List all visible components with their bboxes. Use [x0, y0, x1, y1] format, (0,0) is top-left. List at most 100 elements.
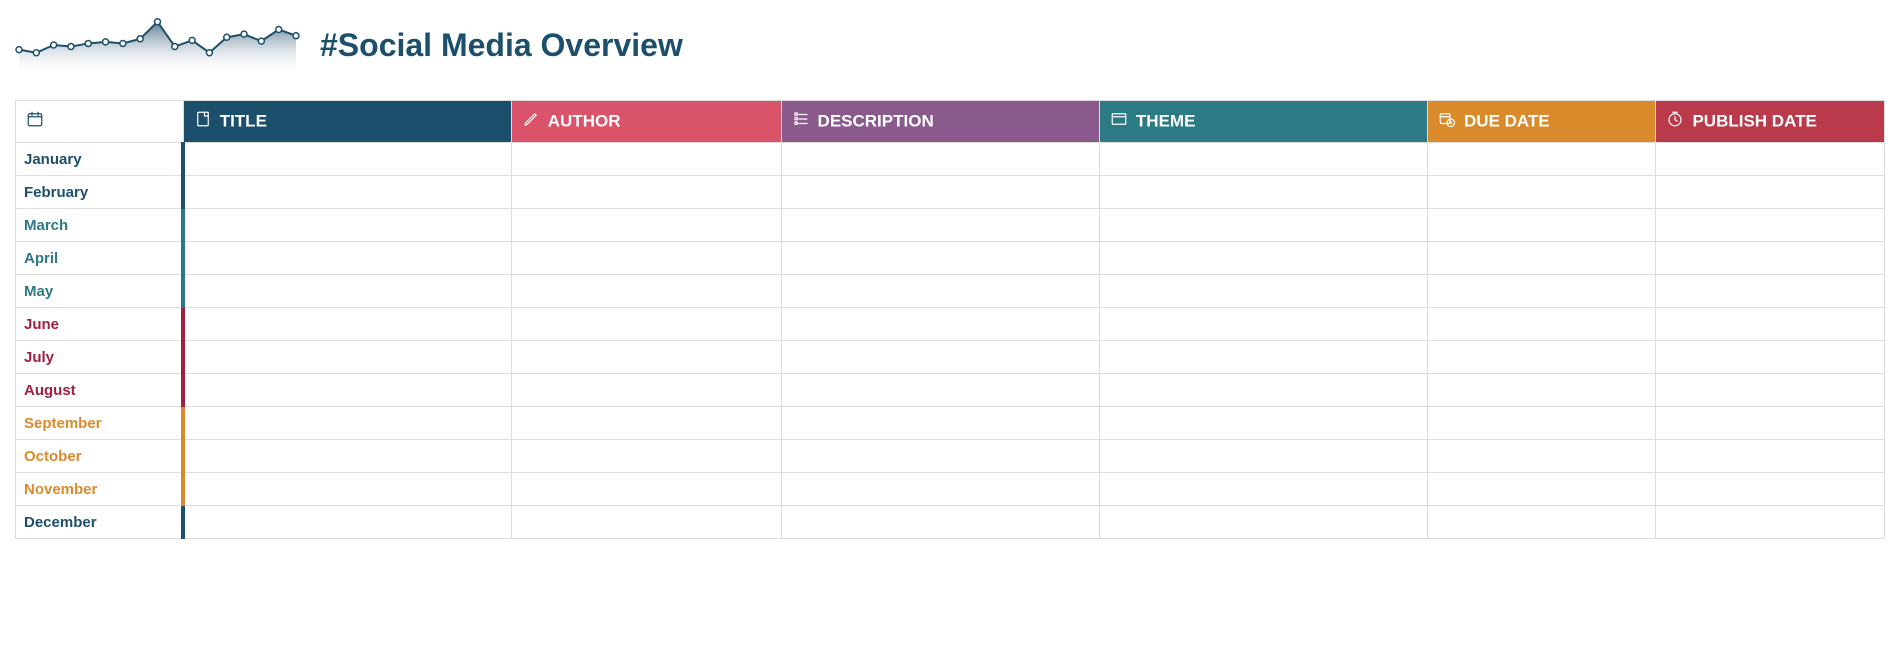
cell-publish_date[interactable] [1656, 308, 1885, 341]
cell-description[interactable] [781, 308, 1099, 341]
cell-description[interactable] [781, 209, 1099, 242]
cell-publish_date[interactable] [1656, 242, 1885, 275]
cell-title[interactable] [183, 407, 511, 440]
column-header-theme: THEME [1099, 101, 1427, 143]
cell-description[interactable] [781, 275, 1099, 308]
table-row: April [16, 242, 1885, 275]
cell-author[interactable] [511, 242, 781, 275]
cell-title[interactable] [183, 473, 511, 506]
cell-theme[interactable] [1099, 209, 1427, 242]
cell-due_date[interactable] [1428, 506, 1656, 539]
list-icon [792, 110, 812, 133]
cell-theme[interactable] [1099, 374, 1427, 407]
cell-title[interactable] [183, 308, 511, 341]
column-label: MONTH [52, 112, 114, 131]
cell-description[interactable] [781, 506, 1099, 539]
cell-theme[interactable] [1099, 341, 1427, 374]
cell-due_date[interactable] [1428, 407, 1656, 440]
cell-title[interactable] [183, 209, 511, 242]
cell-title[interactable] [183, 242, 511, 275]
cell-description[interactable] [781, 440, 1099, 473]
column-header-author: AUTHOR [511, 101, 781, 143]
cell-theme[interactable] [1099, 275, 1427, 308]
cell-theme[interactable] [1099, 440, 1427, 473]
cell-due_date[interactable] [1428, 308, 1656, 341]
cell-due_date[interactable] [1428, 473, 1656, 506]
cell-due_date[interactable] [1428, 143, 1656, 176]
cell-author[interactable] [511, 374, 781, 407]
cell-author[interactable] [511, 407, 781, 440]
cell-theme[interactable] [1099, 407, 1427, 440]
column-header-title: TITLE [183, 101, 511, 143]
cell-title[interactable] [183, 374, 511, 407]
cell-title[interactable] [183, 176, 511, 209]
cell-title[interactable] [183, 341, 511, 374]
cell-title[interactable] [183, 440, 511, 473]
cell-author[interactable] [511, 143, 781, 176]
cell-author[interactable] [511, 176, 781, 209]
cell-description[interactable] [781, 143, 1099, 176]
page-title: #Social Media Overview [320, 27, 683, 64]
table-row: September [16, 407, 1885, 440]
cell-author[interactable] [511, 341, 781, 374]
cell-theme[interactable] [1099, 176, 1427, 209]
table-row: November [16, 473, 1885, 506]
cell-publish_date[interactable] [1656, 374, 1885, 407]
cell-due_date[interactable] [1428, 209, 1656, 242]
cell-title[interactable] [183, 506, 511, 539]
month-cell: August [16, 374, 184, 407]
table-row: June [16, 308, 1885, 341]
cell-publish_date[interactable] [1656, 440, 1885, 473]
cell-author[interactable] [511, 308, 781, 341]
schedule-icon [1438, 110, 1458, 133]
cell-description[interactable] [781, 473, 1099, 506]
column-label: TITLE [220, 112, 267, 131]
cell-publish_date[interactable] [1656, 176, 1885, 209]
cell-publish_date[interactable] [1656, 506, 1885, 539]
cell-due_date[interactable] [1428, 242, 1656, 275]
cell-theme[interactable] [1099, 242, 1427, 275]
cell-due_date[interactable] [1428, 176, 1656, 209]
cell-theme[interactable] [1099, 143, 1427, 176]
cell-due_date[interactable] [1428, 275, 1656, 308]
cell-description[interactable] [781, 407, 1099, 440]
cell-theme[interactable] [1099, 473, 1427, 506]
cell-theme[interactable] [1099, 308, 1427, 341]
month-cell: November [16, 473, 184, 506]
cell-theme[interactable] [1099, 506, 1427, 539]
cell-description[interactable] [781, 242, 1099, 275]
table-row: May [16, 275, 1885, 308]
month-cell: February [16, 176, 184, 209]
cell-description[interactable] [781, 341, 1099, 374]
cell-title[interactable] [183, 143, 511, 176]
cell-title[interactable] [183, 275, 511, 308]
cell-author[interactable] [511, 440, 781, 473]
cell-publish_date[interactable] [1656, 407, 1885, 440]
column-label: DUE DATE [1464, 112, 1550, 131]
cell-publish_date[interactable] [1656, 143, 1885, 176]
table-row: December [16, 506, 1885, 539]
month-cell: October [16, 440, 184, 473]
cell-due_date[interactable] [1428, 341, 1656, 374]
month-cell: July [16, 341, 184, 374]
cell-description[interactable] [781, 176, 1099, 209]
cell-author[interactable] [511, 506, 781, 539]
cell-publish_date[interactable] [1656, 341, 1885, 374]
cell-author[interactable] [511, 209, 781, 242]
column-header-description: DESCRIPTION [781, 101, 1099, 143]
cell-publish_date[interactable] [1656, 473, 1885, 506]
table-row: July [16, 341, 1885, 374]
cell-author[interactable] [511, 275, 781, 308]
month-cell: April [16, 242, 184, 275]
cell-author[interactable] [511, 473, 781, 506]
cell-publish_date[interactable] [1656, 275, 1885, 308]
month-cell: September [16, 407, 184, 440]
column-header-publish_date: PUBLISH DATE [1656, 101, 1885, 143]
cell-due_date[interactable] [1428, 374, 1656, 407]
cell-description[interactable] [781, 374, 1099, 407]
column-label: PUBLISH DATE [1692, 112, 1816, 131]
cell-publish_date[interactable] [1656, 209, 1885, 242]
window-icon [1110, 110, 1130, 133]
table-row: January [16, 143, 1885, 176]
cell-due_date[interactable] [1428, 440, 1656, 473]
